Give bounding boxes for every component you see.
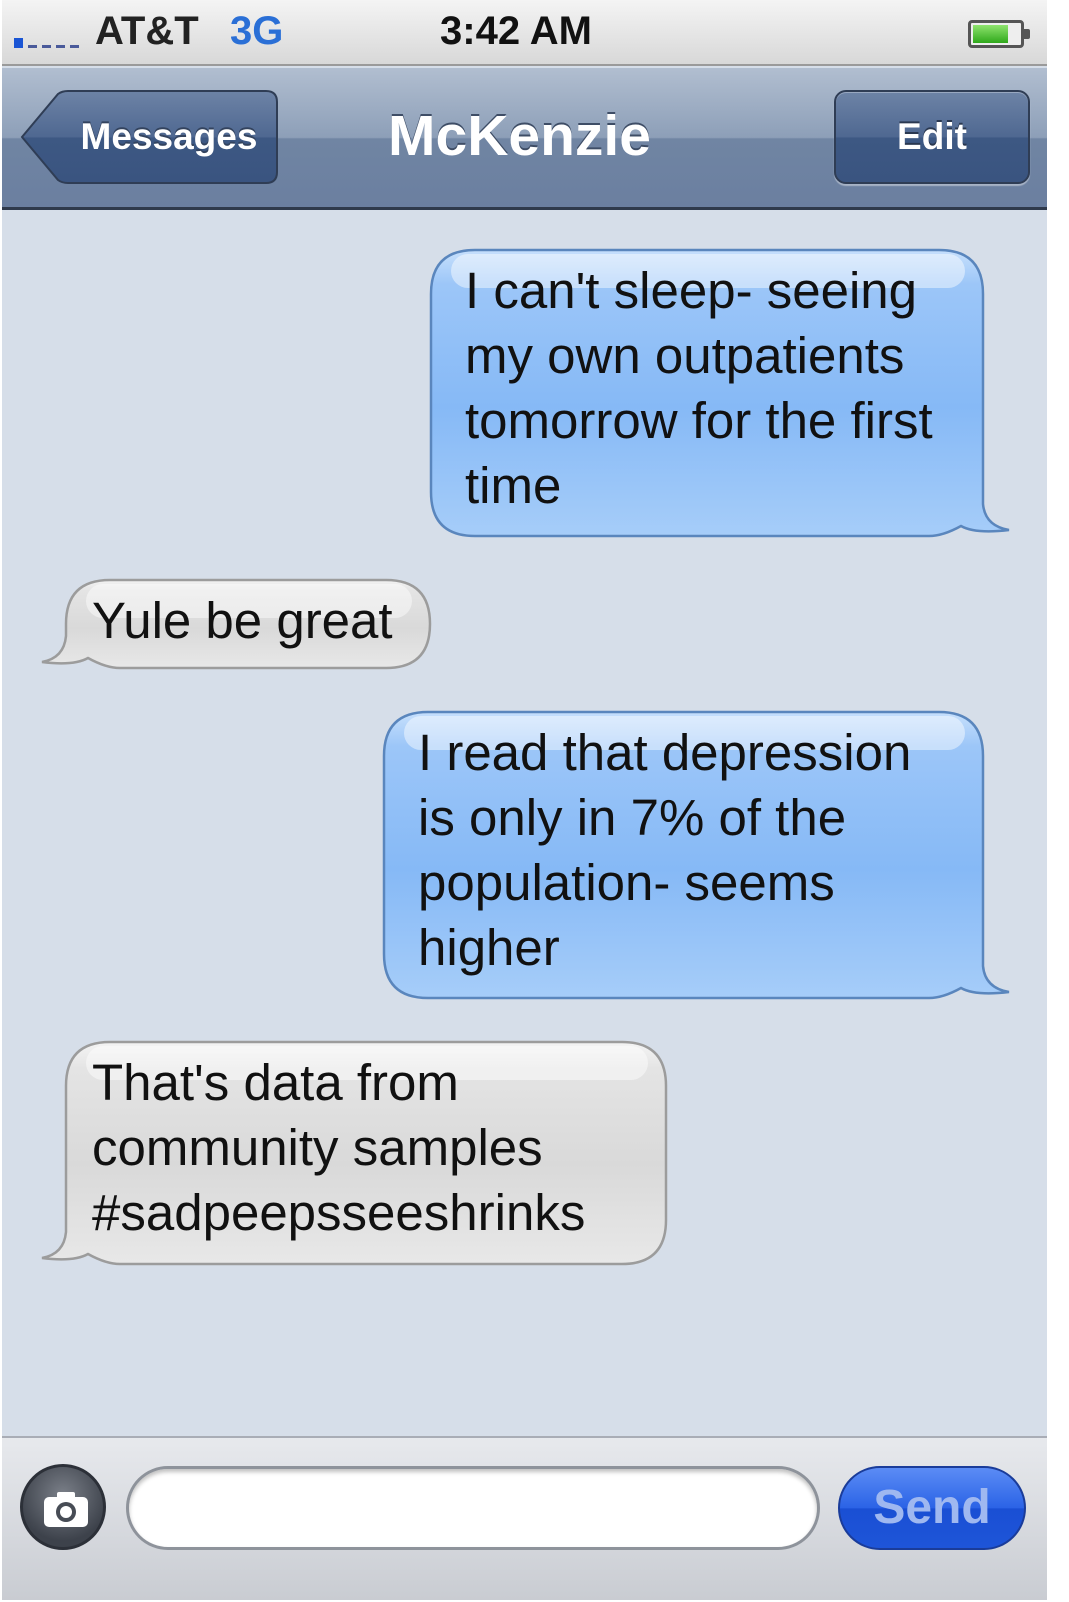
conversation-title: McKenzie xyxy=(388,104,651,168)
message-text-line: is only in 7% of the xyxy=(418,789,847,846)
navigation-bar: Messages McKenzie Edit xyxy=(2,68,1047,210)
battery-icon xyxy=(968,20,1030,48)
phone-screen: AT&T 3G 3:42 AM Messages McKenzie Edit I… xyxy=(2,0,1047,1600)
compose-bar: Send xyxy=(2,1436,1047,1600)
received-message-bubble[interactable]: Yule be great xyxy=(40,578,432,670)
camera-icon xyxy=(44,1492,88,1527)
message-text-line: Yule be great xyxy=(92,592,393,649)
message-input[interactable] xyxy=(126,1466,820,1550)
message-text-line: I read that depression xyxy=(418,724,912,781)
message-text-line: That's data from xyxy=(92,1054,459,1111)
message-text-line: population- seems xyxy=(418,854,835,911)
message-text-line: my own outpatients xyxy=(465,327,905,384)
network-type: 3G xyxy=(230,9,284,53)
messages-back-button[interactable]: Messages xyxy=(20,90,278,184)
status-bar: AT&T 3G 3:42 AM xyxy=(2,0,1047,66)
sent-message-bubble[interactable]: I can't sleep- seeing my own outpatients t… xyxy=(429,248,1011,538)
back-button-label: Messages xyxy=(80,116,258,157)
message-text-line: higher xyxy=(418,919,560,976)
signal-strength-icon xyxy=(14,38,80,48)
message-text-line: community samples xyxy=(92,1119,543,1176)
message-text-line: #sadpeepsseeshrinks xyxy=(92,1184,586,1241)
message-text-line: time xyxy=(465,457,562,514)
message-text-line: tomorrow for the first xyxy=(465,392,933,449)
status-time: 3:42 AM xyxy=(440,9,592,53)
send-button[interactable]: Send xyxy=(838,1466,1026,1550)
edit-button[interactable]: Edit xyxy=(834,90,1030,184)
camera-button[interactable] xyxy=(20,1464,106,1550)
carrier-name: AT&T xyxy=(95,9,199,53)
sent-message-bubble[interactable]: I read that depression is only in 7% of t… xyxy=(382,710,1011,1000)
received-message-bubble[interactable]: That's data from community samples #sadpee… xyxy=(40,1040,668,1266)
message-text-line: I can't sleep- seeing xyxy=(465,262,918,319)
battery-level xyxy=(973,25,1008,43)
